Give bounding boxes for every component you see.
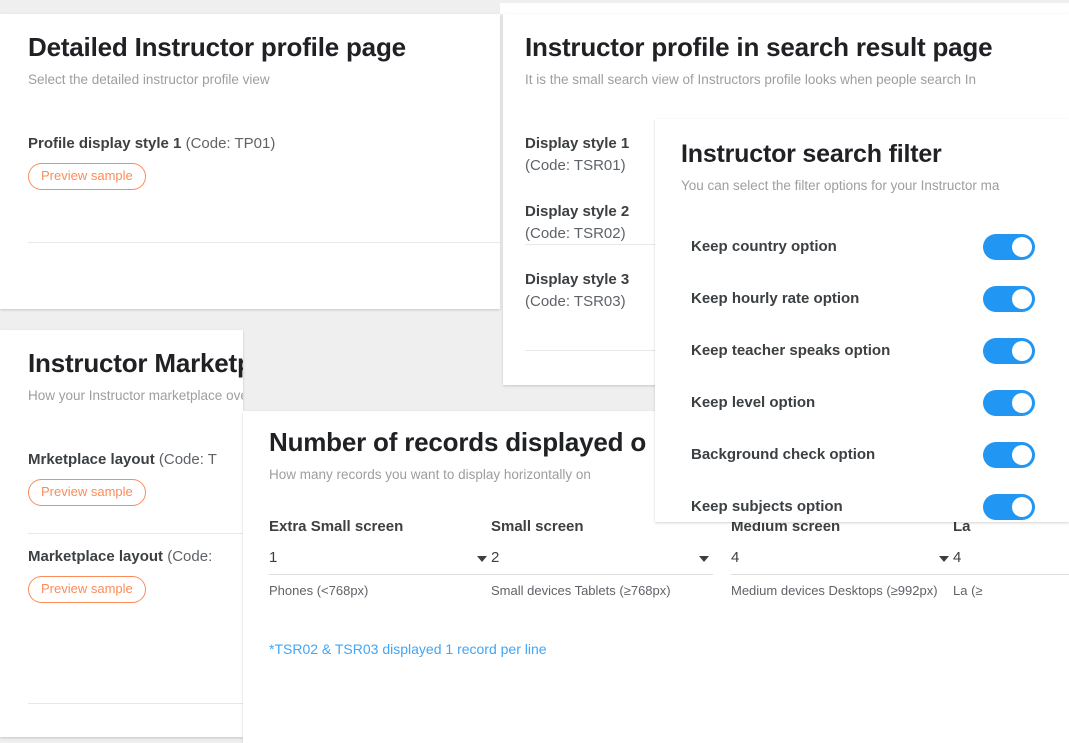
marketplace-subtitle: How your Instructor marketplace overall … bbox=[28, 388, 243, 404]
toggle-knob-icon bbox=[1012, 236, 1032, 257]
records-footnote: *TSR02 & TSR03 displayed 1 record per li… bbox=[269, 640, 547, 657]
screen-column-extra-small: Extra Small screen 1 Phones (<768px) bbox=[269, 518, 491, 601]
records-select-large[interactable]: 4 bbox=[953, 549, 1069, 575]
filter-option-label: Keep hourly rate option bbox=[691, 290, 860, 308]
display-style-row-3: Display style 3 (Code: TSR03) bbox=[503, 271, 677, 310]
filter-option-label: Keep country option bbox=[691, 238, 837, 256]
toggle-background-check[interactable] bbox=[983, 441, 1035, 468]
screen-size-columns: Extra Small screen 1 Phones (<768px) Sma… bbox=[243, 518, 1069, 601]
filter-option-label: Keep teacher speaks option bbox=[691, 342, 891, 360]
toggle-knob-icon bbox=[1012, 288, 1032, 309]
screenshot-stage: Detailed Instructor profile page Select … bbox=[0, 0, 1069, 743]
marketplace-layout-code-1: (Code: T bbox=[158, 450, 217, 468]
preview-sample-button[interactable]: Preview sample bbox=[28, 162, 146, 190]
section-divider bbox=[28, 242, 500, 243]
filter-subtitle: You can select the filter options for yo… bbox=[681, 178, 1000, 193]
screen-column-small: Small screen 2 Small devices Tablets (≥7… bbox=[491, 518, 731, 601]
screen-help-small: Small devices Tablets (≥768px) bbox=[491, 582, 671, 598]
toggle-knob-icon bbox=[1012, 444, 1032, 465]
marketplace-header: Instructor Marketplace Layout How your I… bbox=[0, 330, 243, 405]
marketplace-layout-row-2: Marketplace layout (Code: Preview sample bbox=[0, 548, 243, 604]
toggle-keep-teacher-speaks[interactable] bbox=[983, 337, 1035, 364]
toggle-keep-subjects[interactable] bbox=[983, 493, 1035, 520]
detailed-instructor-profile-card: Detailed Instructor profile page Select … bbox=[0, 14, 500, 309]
background-card-edge bbox=[500, 3, 1069, 14]
display-style-row-1: Display style 1 (Code: TSR01) bbox=[503, 135, 677, 174]
filter-header: Instructor search filter You can select … bbox=[655, 119, 1069, 195]
search-result-header: Instructor profile in search result page… bbox=[503, 14, 1069, 89]
display-style-row-2: Display style 2 (Code: TSR02) bbox=[503, 203, 677, 242]
toggle-keep-country[interactable] bbox=[983, 233, 1035, 260]
toggle-knob-icon bbox=[1012, 340, 1032, 361]
style-divider-1 bbox=[525, 244, 659, 245]
search-result-subtitle: It is the small search view of Instructo… bbox=[525, 72, 976, 88]
records-value-extra-small: 1 bbox=[269, 548, 278, 566]
toggle-knob-icon bbox=[1012, 392, 1032, 413]
filter-option-level: Keep level option bbox=[691, 377, 1035, 429]
marketplace-layout-name-1: Mrketplace layout bbox=[28, 450, 155, 468]
chevron-down-icon bbox=[699, 555, 709, 562]
style-divider-2 bbox=[525, 350, 659, 351]
records-select-extra-small[interactable]: 1 bbox=[269, 549, 491, 575]
toggle-knob-icon bbox=[1012, 496, 1032, 517]
records-value-small: 2 bbox=[491, 548, 500, 566]
screen-help-large: La (≥ bbox=[953, 582, 983, 598]
screen-title-extra-small: Extra Small screen bbox=[269, 517, 404, 535]
page-title: Detailed Instructor profile page bbox=[28, 32, 406, 62]
filter-option-subjects: Keep subjects option bbox=[691, 481, 1035, 522]
filter-option-label: Keep level option bbox=[691, 394, 816, 412]
filter-option-country: Keep country option bbox=[691, 221, 1035, 273]
search-result-title: Instructor profile in search result page bbox=[525, 32, 993, 62]
records-select-medium[interactable]: 4 bbox=[731, 549, 953, 575]
instructor-search-filter-card: Instructor search filter You can select … bbox=[655, 119, 1069, 522]
marketplace-layout-code-2: (Code: bbox=[167, 547, 213, 565]
chevron-down-icon bbox=[939, 555, 949, 562]
detailed-profile-header: Detailed Instructor profile page Select … bbox=[0, 14, 500, 89]
profile-style-name: Profile display style 1 bbox=[28, 134, 182, 152]
instructor-marketplace-layout-card: Instructor Marketplace Layout How your I… bbox=[0, 330, 243, 737]
marketplace-divider-2 bbox=[28, 703, 243, 704]
toggle-keep-level[interactable] bbox=[983, 389, 1035, 416]
page-subtitle: Select the detailed instructor profile v… bbox=[28, 72, 270, 88]
preview-sample-button-1[interactable]: Preview sample bbox=[28, 478, 146, 506]
profile-style-row: Profile display style 1 (Code: TP01) Pre… bbox=[0, 135, 500, 190]
screen-column-medium: Medium screen 4 Medium devices Desktops … bbox=[731, 518, 953, 601]
records-value-large: 4 bbox=[953, 548, 962, 566]
toggle-keep-hourly-rate[interactable] bbox=[983, 285, 1035, 312]
filter-option-label: Keep subjects option bbox=[691, 498, 843, 516]
filter-options-list: Keep country option Keep hourly rate opt… bbox=[655, 221, 1069, 522]
screen-column-large: La 4 La (≥ bbox=[953, 518, 1069, 601]
filter-title: Instructor search filter bbox=[681, 140, 942, 168]
marketplace-title: Instructor Marketplace Layout bbox=[28, 348, 243, 378]
marketplace-divider bbox=[28, 533, 243, 534]
screen-help-extra-small: Phones (<768px) bbox=[269, 582, 369, 598]
filter-option-label: Background check option bbox=[691, 446, 876, 464]
chevron-down-icon bbox=[477, 555, 487, 562]
filter-option-teacher-speaks: Keep teacher speaks option bbox=[691, 325, 1035, 377]
records-value-medium: 4 bbox=[731, 548, 740, 566]
records-select-small[interactable]: 2 bbox=[491, 549, 713, 575]
screen-help-medium: Medium devices Desktops (≥992px) bbox=[731, 582, 938, 598]
filter-option-hourly-rate: Keep hourly rate option bbox=[691, 273, 1035, 325]
preview-sample-button-2[interactable]: Preview sample bbox=[28, 575, 146, 604]
filter-option-background-check: Background check option bbox=[691, 429, 1035, 481]
marketplace-layout-name-2: Marketplace layout bbox=[28, 547, 164, 565]
profile-style-label: Profile display style 1 (Code: TP01) bbox=[28, 135, 500, 152]
marketplace-layout-label-2: Marketplace layout (Code: bbox=[28, 548, 243, 565]
marketplace-layout-label-1: Mrketplace layout (Code: T bbox=[28, 451, 243, 468]
profile-style-code: (Code: TP01) bbox=[185, 134, 276, 152]
marketplace-layout-row-1: Mrketplace layout (Code: T Preview sampl… bbox=[0, 451, 243, 506]
